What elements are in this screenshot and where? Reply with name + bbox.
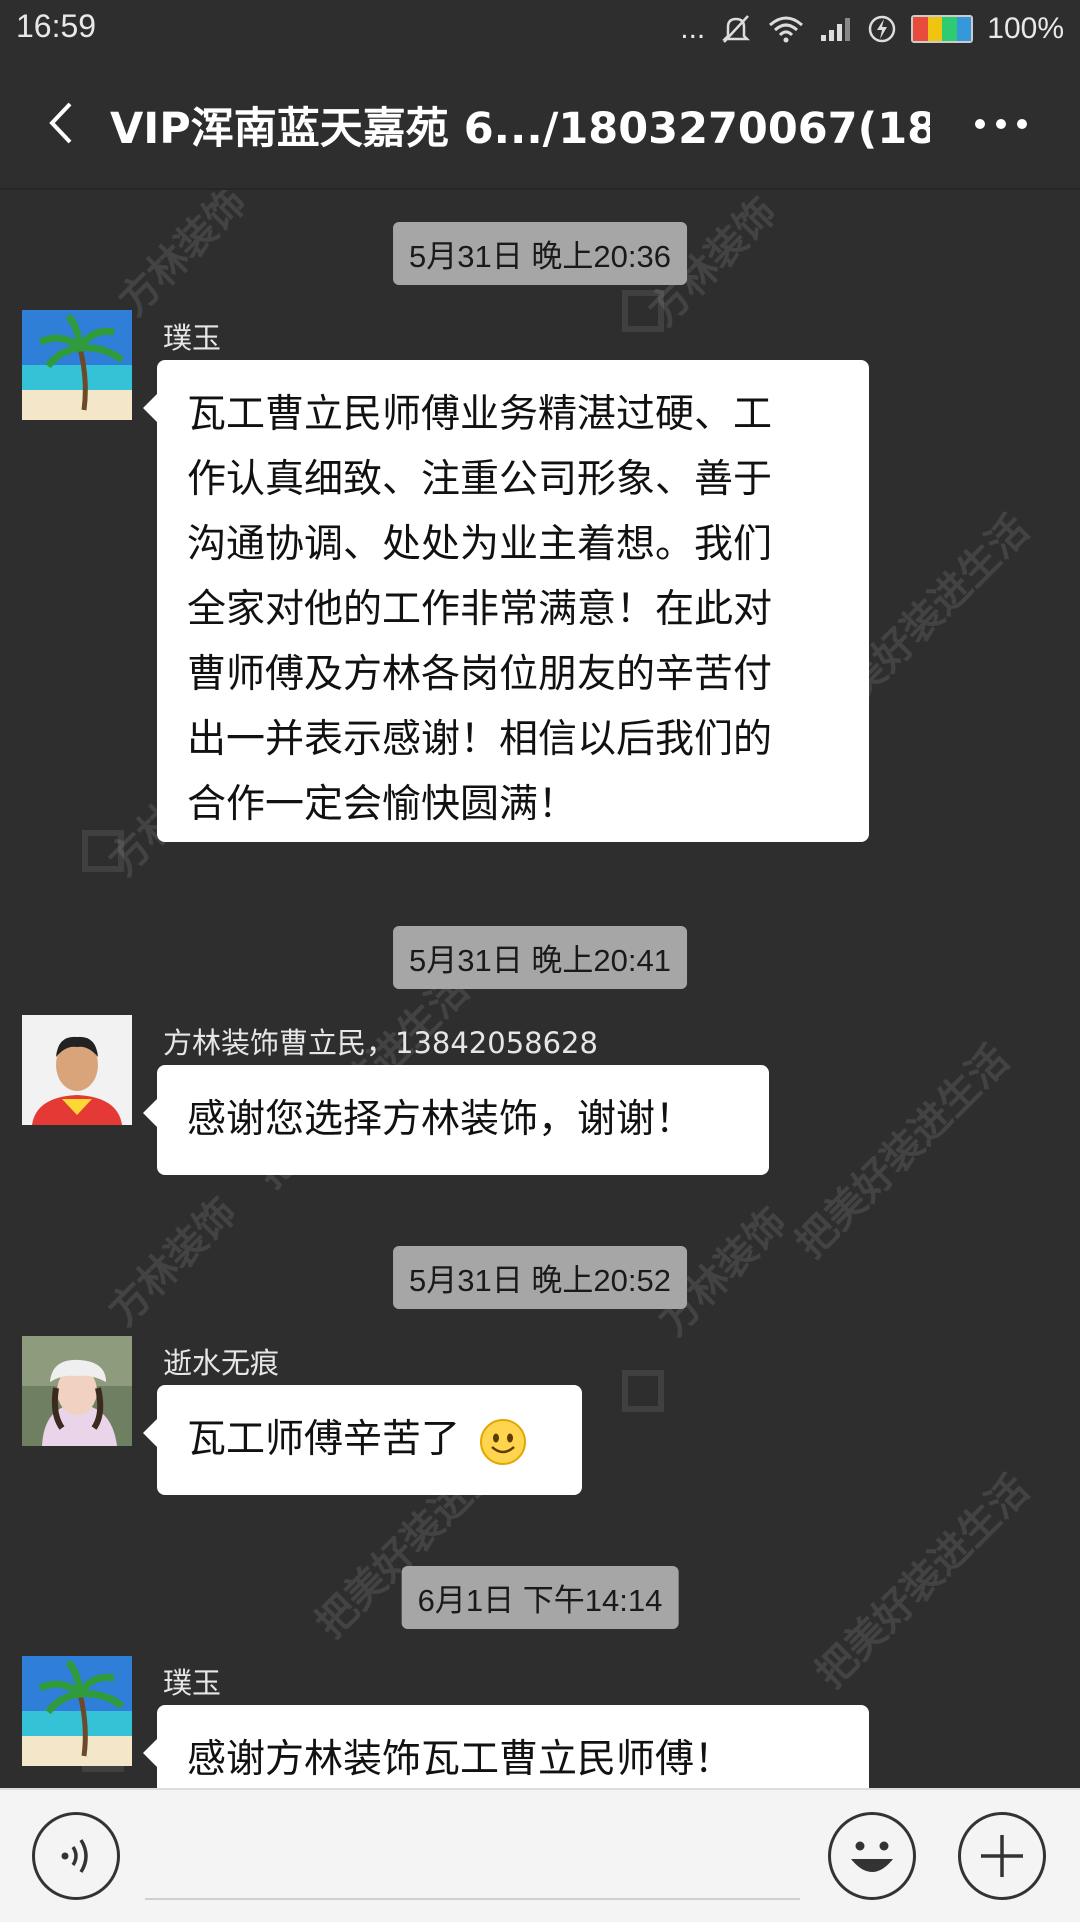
more-options-button[interactable] — [956, 86, 1046, 156]
message-bubble[interactable]: 感谢方林装饰瓦工曹立民师傅！ — [143, 1705, 869, 1788]
smile-emoji-icon — [480, 1418, 527, 1465]
message-bubble[interactable]: 瓦工师傅辛苦了 — [143, 1385, 582, 1495]
palm-beach-avatar[interactable] — [22, 310, 132, 420]
status-time: 16:59 — [16, 8, 97, 44]
muted-bell-icon — [719, 12, 753, 46]
message-line: 作认真细致、注重公司形象、善于 — [187, 457, 773, 502]
message-line: 合作一定会愉快圆满！ — [187, 782, 578, 827]
battery-icon — [911, 15, 974, 43]
more-dots-icon: ... — [680, 12, 706, 45]
title-bar: VIP浑南蓝天嘉苑 6.../1803270067(18) — [0, 58, 1080, 190]
message-input[interactable] — [145, 1898, 800, 1900]
emoji-icon — [851, 1841, 893, 1872]
message-timestamp: 5月31日 晚上20:36 — [393, 222, 687, 285]
man-portrait-avatar[interactable] — [22, 1015, 132, 1125]
chat-title: VIP浑南蓝天嘉苑 6.../1803270067(18) — [110, 104, 930, 154]
message-line: 感谢您选择方林装饰，谢谢！ — [187, 1097, 695, 1142]
message-bubble[interactable]: 瓦工曹立民师傅业务精湛过硬、工 作认真细致、注重公司形象、善于 沟通协调、处处为… — [143, 360, 869, 842]
palm-beach-avatar[interactable] — [22, 1656, 132, 1766]
message-line: 感谢方林装饰瓦工曹立民师傅！ — [187, 1737, 734, 1782]
wifi-icon — [767, 14, 805, 44]
emoji-button[interactable] — [828, 1812, 916, 1900]
voice-icon — [61, 1839, 88, 1873]
watermark-logo — [82, 830, 124, 872]
sender-name: 方林装饰曹立民，13842058628 — [163, 1026, 598, 1060]
message-line: 全家对他的工作非常满意！在此对 — [187, 587, 773, 632]
watermark-text: 方林装饰 — [109, 190, 256, 325]
message-line: 沟通协调、处处为业主着想。我们 — [187, 522, 773, 567]
message-line: 瓦工曹立民师傅业务精湛过硬、工 — [187, 392, 773, 437]
charging-icon — [867, 14, 897, 44]
back-button[interactable] — [30, 88, 100, 158]
voice-button[interactable] — [32, 1812, 120, 1900]
chevron-left-icon — [49, 102, 72, 144]
watermark-text: 把美好装进生活 — [807, 1466, 1039, 1698]
watermark-logo — [622, 290, 664, 332]
status-icons: ... 100% — [680, 6, 1064, 52]
watermark-text: 方林装饰 — [99, 1188, 246, 1335]
watermark-text: 把美好装进生活 — [787, 1036, 1019, 1268]
chat-area[interactable]: 方林装饰 方林装饰 把美好装进生活 方林装饰 把美好装进生活 把美好装进生活 方… — [0, 190, 1080, 1788]
sender-name: 逝水无痕 — [163, 1346, 280, 1380]
message-timestamp: 6月1日 下午14:14 — [401, 1566, 679, 1629]
more-actions-button[interactable] — [958, 1812, 1046, 1900]
battery-percent: 100% — [987, 12, 1064, 45]
message-bubble[interactable]: 感谢您选择方林装饰，谢谢！ — [143, 1065, 769, 1175]
woman-portrait-avatar[interactable] — [22, 1336, 132, 1446]
watermark-logo — [622, 1370, 664, 1412]
message-line: 瓦工师傅辛苦了 — [187, 1417, 461, 1462]
more-dots-icon — [975, 119, 1027, 129]
sender-name: 璞玉 — [163, 321, 222, 355]
input-bar — [0, 1788, 1080, 1922]
plus-icon — [981, 1835, 1023, 1877]
sender-name: 璞玉 — [163, 1666, 222, 1700]
message-line: 出一并表示感谢！相信以后我们的 — [187, 717, 773, 762]
status-bar: 16:59 ... 100% — [0, 0, 1080, 58]
message-line: 曹师傅及方林各岗位朋友的辛苦付 — [187, 652, 773, 697]
message-timestamp: 5月31日 晚上20:41 — [393, 926, 687, 989]
signal-icon — [819, 15, 853, 43]
message-timestamp: 5月31日 晚上20:52 — [393, 1246, 687, 1309]
